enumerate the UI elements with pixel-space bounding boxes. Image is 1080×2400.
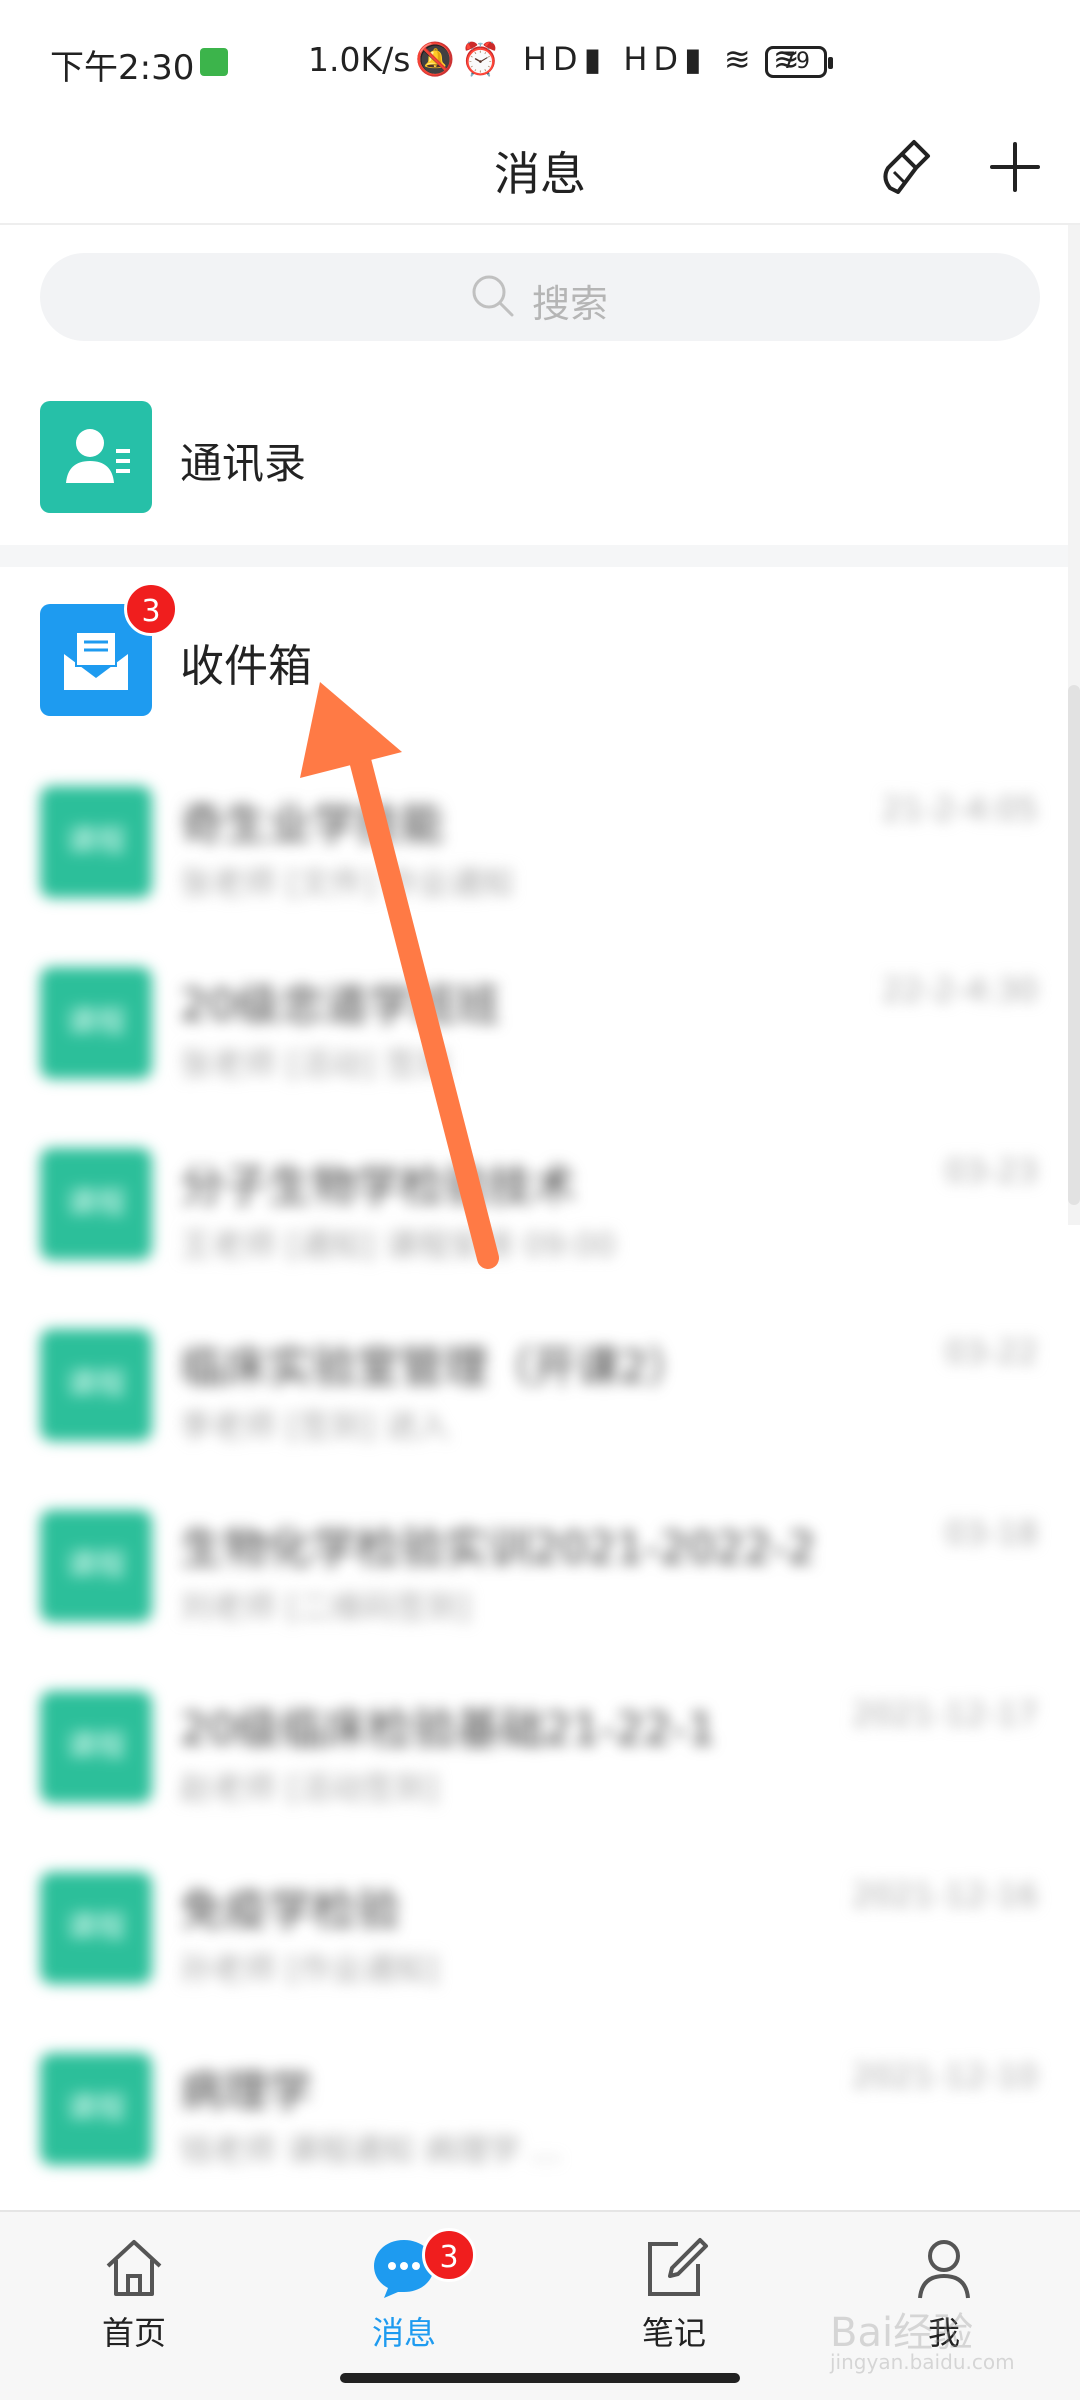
course-avatar: 课程 — [40, 786, 152, 898]
course-avatar: 课程 — [40, 1510, 152, 1622]
tab-notes[interactable]: 笔记 — [574, 2232, 774, 2372]
chat-name: 免疫学检验 — [180, 1885, 400, 1936]
chat-time: 03-23 — [945, 1152, 1038, 1190]
chat-name: 分子生物学检验技术 — [180, 1161, 576, 1212]
tab-messages-label: 消息 — [371, 2314, 436, 2352]
list-item[interactable]: 课程 免疫学检验 孙老师 [作业通知] 2021-12-16 — [0, 1826, 1068, 2007]
list-item[interactable]: 课程 生物化学检验实训2021-2022-2 刘老师 [二维码签到] 03-18 — [0, 1464, 1068, 1645]
inbox-entry[interactable]: 3 收件箱 — [0, 570, 1068, 740]
course-avatar: 课程 — [40, 1691, 152, 1803]
course-avatar: 课程 — [40, 1148, 152, 1260]
chat-preview: 李老师 [签到] 进入 — [180, 1407, 450, 1445]
tab-home[interactable]: 首页 — [34, 2232, 234, 2372]
inbox-label: 收件箱 — [180, 641, 312, 692]
chat-name: 临床实验室管理（开课2） — [180, 1342, 692, 1393]
inbox-unread-badge: 3 — [124, 582, 178, 636]
plus-icon[interactable] — [980, 132, 1050, 202]
chat-time: 22-2-4:30 — [881, 971, 1038, 1009]
chat-preview: 刘老师 [二维码签到] — [180, 1588, 472, 1626]
messages-tab-badge: 3 — [422, 2228, 476, 2282]
chat-preview: 张老师 [活动] 签到 — [180, 1045, 450, 1083]
note-edit-icon — [648, 2238, 708, 2296]
course-avatar: 课程 — [40, 2053, 152, 2165]
search-icon — [468, 271, 518, 321]
battery-icon: 79 — [765, 46, 833, 78]
list-item[interactable]: 课程 分子生物学检验技术 王老师 [通知] 课程安排 09:00 03-23 — [0, 1102, 1068, 1283]
app-notification-icon — [200, 48, 228, 76]
baidu-watermark: Bai经验 jingyan.baidu.com — [820, 2300, 1040, 2380]
list-item[interactable]: 课程 奇生业学技能 张老师 [文件] 作业通知 21-2-4:05 — [0, 740, 1068, 921]
list-item[interactable]: 课程 病理学 钱老师 课程通知 病理学 ... 2021-12-10 — [0, 2007, 1068, 2188]
chat-preview: 孙老师 [作业通知] — [180, 1950, 440, 1988]
tab-home-label: 首页 — [101, 2314, 166, 2352]
tab-messages[interactable]: 3 消息 — [304, 2228, 504, 2372]
chat-preview: 张老师 [文件] 作业通知 — [180, 864, 514, 902]
chat-name: 病理学 — [180, 2066, 312, 2117]
course-avatar: 课程 — [40, 967, 152, 1079]
chat-preview: 钱老师 课程通知 病理学 ... — [180, 2131, 562, 2169]
header-bar: 消息 — [0, 110, 1080, 225]
message-list: 课程 奇生业学技能 张老师 [文件] 作业通知 21-2-4:05 课程 20级… — [0, 740, 1068, 2188]
contacts-entry[interactable]: 通讯录 — [0, 375, 1068, 545]
list-item[interactable]: 课程 临床实验室管理（开课2） 李老师 [签到] 进入 03-22 — [0, 1283, 1068, 1464]
list-item[interactable]: 课程 20级临床检验基础21-22-1 赵老师 [活动签到] 2021-12-1… — [0, 1645, 1068, 1826]
chat-preview: 王老师 [通知] 课程安排 09:00 — [180, 1226, 616, 1264]
chat-name: 20级临床检验基础21-22-1 — [180, 1704, 716, 1755]
home-icon — [106, 2240, 162, 2296]
course-avatar: 课程 — [40, 1329, 152, 1441]
chat-preview: 赵老师 [活动签到] — [180, 1769, 440, 1807]
chat-time: 03-22 — [945, 1333, 1038, 1371]
contacts-icon — [40, 401, 152, 513]
search-placeholder: 搜索 — [532, 282, 609, 326]
chat-name: 奇生业学技能 — [180, 799, 444, 850]
chat-time: 2021-12-16 — [852, 1876, 1038, 1914]
person-icon — [918, 2240, 970, 2299]
scrollbar-thumb[interactable] — [1068, 685, 1080, 1205]
chat-time: 2021-12-17 — [852, 1695, 1038, 1733]
chat-time: 2021-12-10 — [852, 2057, 1038, 2095]
list-item[interactable]: 课程 20级忠道学班班 张老师 [活动] 签到 22-2-4:30 — [0, 921, 1068, 1102]
home-indicator[interactable] — [340, 2373, 740, 2383]
chat-time: 21-2-4:05 — [881, 790, 1038, 828]
section-divider — [0, 545, 1068, 567]
chat-name: 生物化学检验实训2021-2022-2 — [180, 1523, 816, 1574]
search-bar[interactable]: 搜索 — [40, 253, 1040, 341]
tab-notes-label: 笔记 — [641, 2314, 706, 2352]
status-time: 下午2:30 — [50, 48, 195, 88]
contacts-label: 通讯录 — [180, 439, 307, 488]
course-avatar: 课程 — [40, 1872, 152, 1984]
watermark-sub: jingyan.baidu.com — [830, 2350, 1015, 2374]
chat-time: 03-18 — [945, 1514, 1038, 1552]
scrollbar[interactable] — [1068, 225, 1080, 1225]
status-indicators: 🔕⏰ HD▮ HD▮ ≋ ≋ — [415, 40, 806, 78]
chat-name: 20级忠道学班班 — [180, 980, 500, 1031]
net-speed: 1.0K/s — [308, 40, 411, 79]
broom-icon[interactable] — [870, 132, 940, 202]
status-bar: 下午2:30 1.0K/s 🔕⏰ HD▮ HD▮ ≋ ≋ 79 — [0, 0, 1080, 120]
